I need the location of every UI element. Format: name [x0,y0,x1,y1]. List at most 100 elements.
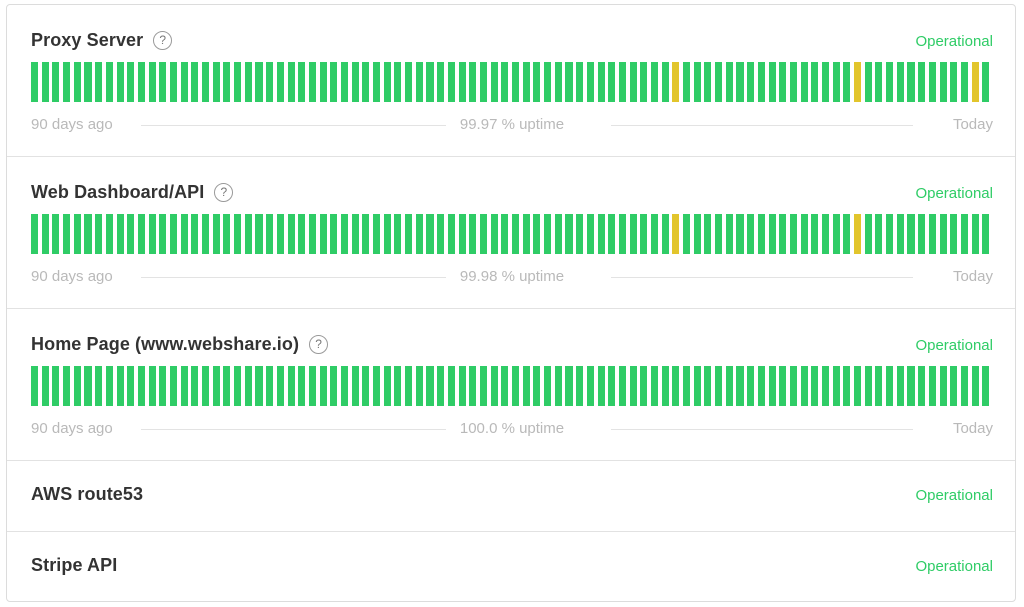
uptime-day-bar[interactable] [608,214,616,254]
uptime-day-bar[interactable] [982,214,990,254]
uptime-day-bar[interactable] [565,214,573,254]
uptime-day-bar[interactable] [137,366,145,406]
uptime-day-bar[interactable] [223,62,231,102]
uptime-day-bar[interactable] [907,214,915,254]
uptime-day-bar[interactable] [757,366,765,406]
uptime-day-bar[interactable] [31,214,39,254]
uptime-day-bar[interactable] [854,366,862,406]
uptime-day-bar[interactable] [597,62,605,102]
uptime-day-bar[interactable] [458,62,466,102]
uptime-day-bar[interactable] [576,366,584,406]
uptime-day-bar[interactable] [479,214,487,254]
uptime-day-bar[interactable] [640,214,648,254]
uptime-day-bar[interactable] [116,214,124,254]
uptime-day-bar[interactable] [340,214,349,254]
uptime-day-bar[interactable] [234,214,242,254]
uptime-day-bar[interactable] [127,366,135,406]
uptime-day-bar[interactable] [832,366,840,406]
uptime-day-bar[interactable] [779,62,787,102]
uptime-day-bar[interactable] [789,214,797,254]
uptime-day-bar[interactable] [340,62,349,102]
uptime-day-bar[interactable] [789,366,797,406]
uptime-day-bar[interactable] [768,366,776,406]
uptime-day-bar[interactable] [287,62,295,102]
uptime-day-bar[interactable] [501,214,509,254]
uptime-day-bar[interactable] [319,366,327,406]
uptime-day-bar[interactable] [287,214,295,254]
uptime-day-bar[interactable] [84,214,92,254]
uptime-day-bar[interactable] [661,366,669,406]
uptime-day-bar[interactable] [351,62,359,102]
uptime-day-bar[interactable] [169,214,178,254]
uptime-day-bar[interactable] [308,62,316,102]
uptime-day-bar[interactable] [704,366,712,406]
uptime-day-bar[interactable] [715,214,723,254]
uptime-day-bar[interactable] [105,62,113,102]
uptime-day-bar[interactable] [843,366,851,406]
uptime-day-bar[interactable] [490,366,498,406]
uptime-day-bar[interactable] [725,366,733,406]
uptime-day-bar[interactable] [736,366,744,406]
uptime-day-bar-minor[interactable] [971,62,979,102]
uptime-day-bar[interactable] [426,214,434,254]
uptime-day-bar[interactable] [565,366,573,406]
uptime-day-bar[interactable] [202,214,210,254]
uptime-day-bar[interactable] [918,62,926,102]
uptime-day-bar-minor[interactable] [854,62,862,102]
uptime-day-bar[interactable] [618,214,626,254]
uptime-day-bar[interactable] [918,366,926,406]
uptime-day-bar[interactable] [415,366,423,406]
uptime-day-bar[interactable] [351,214,359,254]
uptime-day-bar[interactable] [650,366,659,406]
uptime-day-bar[interactable] [405,214,413,254]
uptime-day-bar[interactable] [95,366,103,406]
uptime-day-bar[interactable] [629,62,637,102]
uptime-day-bar[interactable] [437,214,445,254]
uptime-day-bar[interactable] [843,62,851,102]
uptime-day-bar[interactable] [202,62,210,102]
uptime-day-bar[interactable] [426,62,434,102]
uptime-day-bar[interactable] [683,62,691,102]
uptime-day-bar[interactable] [768,214,776,254]
uptime-day-bar[interactable] [704,214,712,254]
uptime-day-bar[interactable] [533,366,541,406]
uptime-day-bar[interactable] [608,366,616,406]
uptime-day-bar[interactable] [661,214,669,254]
uptime-day-bar[interactable] [875,62,883,102]
uptime-day-bar[interactable] [308,214,316,254]
uptime-day-bar[interactable] [469,62,477,102]
uptime-day-bar[interactable] [169,62,178,102]
uptime-day-bar[interactable] [63,62,71,102]
uptime-day-bar[interactable] [405,366,413,406]
uptime-day-bar[interactable] [704,62,712,102]
uptime-day-bar[interactable] [159,214,167,254]
uptime-day-bar[interactable] [116,62,124,102]
uptime-day-bar[interactable] [554,62,562,102]
uptime-day-bar-minor[interactable] [672,62,680,102]
uptime-day-bar-minor[interactable] [854,214,862,254]
uptime-day-bar[interactable] [618,62,626,102]
uptime-day-bar[interactable] [747,214,755,254]
uptime-day-bar[interactable] [383,62,391,102]
uptime-day-bar[interactable] [800,214,808,254]
uptime-day-bar-minor[interactable] [672,214,680,254]
uptime-day-bar[interactable] [137,62,145,102]
uptime-day-bar[interactable] [918,214,926,254]
uptime-day-bar[interactable] [266,214,274,254]
uptime-day-bar[interactable] [73,62,81,102]
uptime-day-bar[interactable] [490,62,498,102]
uptime-day-bar[interactable] [73,366,81,406]
uptime-day-bar[interactable] [779,366,787,406]
uptime-day-bar[interactable] [105,366,113,406]
uptime-day-bar[interactable] [683,366,691,406]
uptime-day-bar[interactable] [447,62,455,102]
uptime-day-bar[interactable] [661,62,669,102]
uptime-day-bar[interactable] [41,366,49,406]
uptime-day-bar[interactable] [544,366,552,406]
uptime-day-bar[interactable] [212,214,220,254]
uptime-day-bar[interactable] [896,214,904,254]
uptime-day-bar[interactable] [811,62,819,102]
uptime-day-bar[interactable] [512,366,520,406]
uptime-day-bar[interactable] [512,62,520,102]
uptime-day-bar[interactable] [886,214,894,254]
